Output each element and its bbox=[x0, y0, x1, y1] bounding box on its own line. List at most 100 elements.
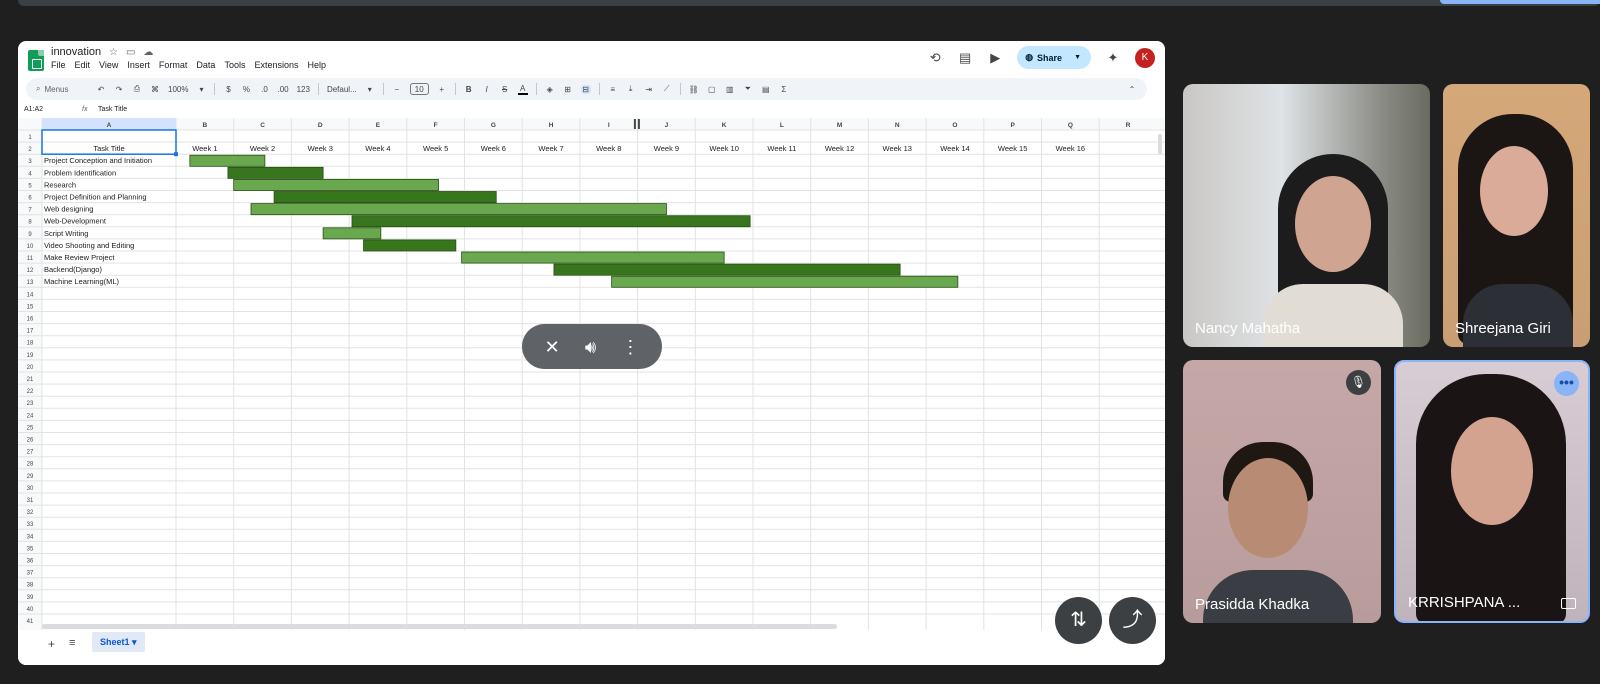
gemini-icon[interactable]: ✦ bbox=[1105, 50, 1121, 66]
link-icon[interactable]: ⛓ bbox=[689, 85, 699, 94]
volume-icon[interactable]: 🔊︎ bbox=[585, 338, 596, 356]
print-icon[interactable]: ⎙ bbox=[132, 84, 142, 94]
doc-title[interactable]: innovation bbox=[51, 46, 101, 58]
sheet-tab[interactable]: Sheet1 ▾ bbox=[92, 632, 145, 652]
filter-views-icon[interactable]: ▤ bbox=[761, 85, 771, 94]
zoom-chevron-icon[interactable]: ▾ bbox=[196, 85, 206, 94]
move-tile-button[interactable]: ⇅ bbox=[1055, 597, 1102, 644]
menu-edit[interactable]: Edit bbox=[75, 60, 91, 70]
percent-button[interactable]: % bbox=[241, 85, 251, 94]
menu-extensions[interactable]: Extensions bbox=[254, 60, 298, 70]
picture-in-picture-icon[interactable] bbox=[1561, 598, 1576, 609]
gantt-bar[interactable] bbox=[227, 166, 324, 179]
column-header: D bbox=[318, 122, 323, 129]
row-header: 21 bbox=[27, 377, 34, 383]
row-header: 30 bbox=[27, 486, 34, 492]
participant-tile-self[interactable]: ••• KRRISHPANA ... bbox=[1394, 360, 1590, 623]
gantt-bar[interactable] bbox=[553, 263, 901, 276]
borders-icon[interactable]: ⊞ bbox=[563, 85, 573, 94]
meet-icon[interactable]: ▶ bbox=[987, 50, 1003, 66]
text-color-button[interactable]: A bbox=[517, 84, 528, 95]
menu-format[interactable]: Format bbox=[159, 60, 188, 70]
fill-color-icon[interactable]: ◈ bbox=[545, 85, 555, 94]
increase-decimal-button[interactable]: .00 bbox=[277, 85, 288, 94]
column-header: F bbox=[434, 122, 438, 129]
filter-icon[interactable]: ⏷ bbox=[743, 84, 753, 94]
menu-insert[interactable]: Insert bbox=[127, 60, 150, 70]
align-horizontal-icon[interactable]: ≡ bbox=[608, 85, 618, 94]
italic-button[interactable]: I bbox=[482, 85, 492, 94]
more-vert-icon[interactable]: ⋮ bbox=[621, 338, 639, 356]
top-pill[interactable] bbox=[1440, 0, 1600, 4]
unpin-icon[interactable]: ✕ bbox=[545, 338, 560, 356]
menu-tools[interactable]: Tools bbox=[224, 60, 245, 70]
redo-icon[interactable]: ↷ bbox=[114, 85, 124, 94]
gantt-bar[interactable] bbox=[351, 215, 751, 228]
menu-view[interactable]: View bbox=[99, 60, 118, 70]
decrease-decimal-button[interactable]: .0 bbox=[259, 85, 269, 94]
gantt-bar[interactable] bbox=[273, 191, 497, 204]
all-sheets-icon[interactable]: ≡ bbox=[69, 637, 75, 649]
history-icon[interactable]: ⟲ bbox=[927, 50, 943, 66]
font-size-increase-icon[interactable]: + bbox=[437, 85, 447, 94]
text-rotate-icon[interactable]: ⟋ bbox=[662, 84, 672, 94]
gantt-bar[interactable] bbox=[461, 251, 725, 264]
horizontal-scrollbar[interactable] bbox=[42, 624, 837, 629]
font-chevron-icon[interactable]: ▾ bbox=[365, 85, 375, 94]
menu-help[interactable]: Help bbox=[307, 60, 326, 70]
gantt-bar[interactable] bbox=[233, 179, 439, 191]
cell-grid[interactable]: A B C D E F G H I J K L M N O P Q R 1 2 3 4 5 6 7 8 9 10 11 12 13 14 15 1… bbox=[18, 118, 1165, 630]
gantt-bar[interactable] bbox=[611, 275, 959, 288]
participant-tile[interactable]: Shreejana Giri bbox=[1443, 84, 1590, 347]
text-wrap-icon[interactable]: ⇥ bbox=[644, 85, 654, 94]
font-size-decrease-icon[interactable]: − bbox=[392, 85, 402, 94]
name-box[interactable]: A1:A2 bbox=[24, 106, 43, 113]
comments-icon[interactable]: ▤ bbox=[957, 50, 973, 66]
cloud-icon[interactable]: ☁ bbox=[143, 47, 153, 58]
sheets-logo-icon[interactable] bbox=[28, 50, 44, 71]
collapse-toolbar-icon[interactable]: ⌃ bbox=[1127, 85, 1137, 94]
header-cell-task-title: Task Title bbox=[93, 144, 124, 153]
functions-icon[interactable]: Σ bbox=[779, 85, 789, 94]
align-vertical-icon[interactable]: ⤓ bbox=[626, 84, 636, 94]
star-icon[interactable]: ☆ bbox=[109, 47, 118, 58]
column-resize-handle[interactable] bbox=[633, 119, 636, 129]
zoom-select[interactable]: 100% bbox=[168, 85, 188, 94]
participant-tile[interactable]: Nancy Mahatha bbox=[1183, 84, 1430, 347]
gantt-bar[interactable] bbox=[189, 154, 266, 167]
undo-icon[interactable]: ↶ bbox=[96, 85, 106, 94]
menu-data[interactable]: Data bbox=[196, 60, 215, 70]
column-resize-handle[interactable] bbox=[637, 119, 640, 129]
gantt-bar[interactable] bbox=[250, 203, 667, 216]
gantt-bar[interactable] bbox=[363, 239, 457, 252]
avatar[interactable]: K bbox=[1135, 47, 1155, 68]
toolbar-divider bbox=[382, 83, 384, 95]
more-options-icon[interactable]: ••• bbox=[1554, 371, 1579, 396]
menu-file[interactable]: File bbox=[51, 60, 66, 70]
add-sheet-icon[interactable]: + bbox=[48, 637, 55, 651]
vertical-scrollbar[interactable] bbox=[1158, 134, 1162, 154]
participant-tile[interactable]: 🎙︎ Prasidda Khadka bbox=[1183, 360, 1381, 623]
folder-icon[interactable]: ▭ bbox=[126, 47, 135, 58]
share-screen-button[interactable]: ⤴ bbox=[1109, 597, 1156, 644]
chevron-down-icon[interactable]: ▾ bbox=[132, 637, 137, 647]
font-select[interactable]: Defaul... bbox=[327, 85, 357, 94]
share-button[interactable]: ◍ Share ▼ bbox=[1017, 46, 1091, 69]
strikethrough-button[interactable]: S bbox=[500, 85, 510, 94]
chart-icon[interactable]: ▥ bbox=[725, 85, 735, 94]
paint-format-icon[interactable]: ⌘ bbox=[150, 85, 160, 94]
participant-name: Prasidda Khadka bbox=[1195, 596, 1310, 613]
gantt-bar[interactable] bbox=[322, 227, 382, 240]
font-size-input[interactable]: 10 bbox=[409, 83, 429, 95]
comment-icon[interactable]: ▢ bbox=[707, 85, 717, 94]
number-format-button[interactable]: 123 bbox=[297, 85, 310, 94]
row-header: 33 bbox=[27, 522, 34, 528]
gantt-grid-svg[interactable]: A B C D E F G H I J K L M N O P Q R1234567891011121314151… bbox=[18, 118, 1165, 630]
menus-search[interactable]: ⌕ Menus bbox=[36, 84, 88, 94]
merge-cells-icon[interactable]: ⊟ bbox=[580, 84, 591, 94]
chevron-down-icon[interactable]: ▼ bbox=[1074, 54, 1081, 61]
currency-button[interactable]: $ bbox=[223, 85, 233, 94]
bold-button[interactable]: B bbox=[464, 85, 474, 94]
formula-input[interactable]: Task Title bbox=[98, 106, 127, 113]
fill-handle[interactable] bbox=[174, 152, 178, 157]
